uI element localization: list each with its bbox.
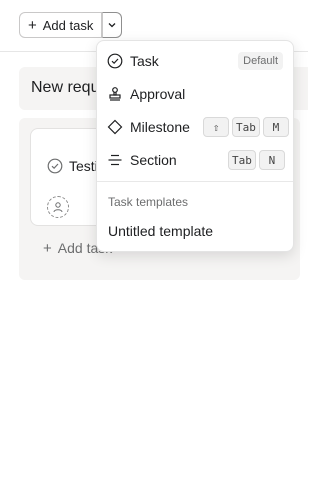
diamond-icon — [107, 119, 123, 135]
add-dropdown-menu: Task Default Approval Milestone ⇧ Tab M … — [96, 40, 294, 252]
user-icon — [53, 202, 63, 213]
shortcut-key: Tab — [228, 150, 256, 170]
assignee-avatar-placeholder[interactable] — [47, 196, 69, 218]
menu-divider — [97, 181, 293, 182]
task-templates-header: Task templates — [108, 195, 189, 209]
menu-item-label: Section — [130, 152, 177, 168]
menu-item-label: Task — [130, 53, 159, 69]
keyboard-shortcut: Tab N — [228, 150, 285, 170]
add-task-dropdown-toggle[interactable] — [102, 12, 123, 38]
menu-item-section[interactable]: Section Tab N — [97, 145, 293, 175]
add-task-label: Add task — [42, 17, 94, 33]
section-title[interactable]: New requ — [31, 79, 99, 97]
shortcut-key: Tab — [232, 117, 260, 137]
check-circle-icon[interactable] — [47, 158, 63, 174]
menu-item-label: Milestone — [130, 119, 190, 135]
chevron-down-icon — [108, 23, 116, 28]
menu-item-task[interactable]: Task Default — [97, 46, 293, 76]
check-circle-icon — [107, 53, 123, 69]
default-badge: Default — [238, 52, 283, 70]
add-task-button[interactable]: + Add task — [19, 12, 103, 38]
add-task-split-button: + Add task — [19, 12, 123, 38]
plus-icon: + — [43, 239, 52, 257]
keyboard-shortcut: ⇧ Tab M — [203, 117, 289, 137]
shortcut-key: N — [258, 150, 285, 170]
stamp-icon — [109, 87, 121, 101]
menu-item-milestone[interactable]: Milestone ⇧ Tab M — [97, 112, 293, 142]
plus-icon: + — [28, 16, 37, 34]
section-lines-icon — [108, 154, 122, 166]
menu-item-approval[interactable]: Approval — [97, 79, 293, 109]
task-card-title: Testi — [69, 158, 98, 174]
menu-item-untitled-template[interactable]: Untitled template — [108, 223, 213, 239]
shift-key-icon: ⇧ — [203, 117, 229, 137]
shortcut-key: M — [262, 117, 289, 137]
menu-item-label: Approval — [130, 86, 186, 102]
